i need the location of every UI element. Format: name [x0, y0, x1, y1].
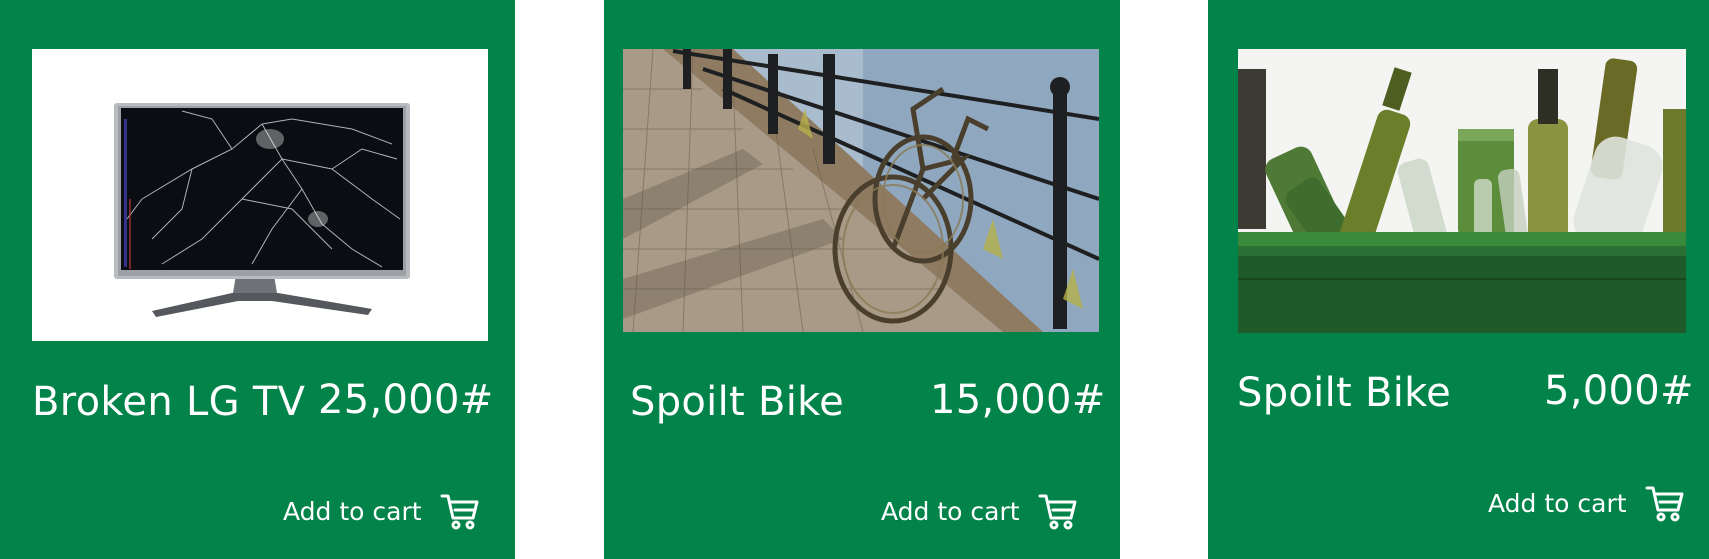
product-image-glass-bottles[interactable] — [1238, 49, 1686, 333]
product-price: 25,000# — [318, 377, 494, 423]
product-name: Spoilt Bike — [1237, 370, 1452, 416]
product-card: Spoilt Bike 15,000# Add to cart — [604, 0, 1120, 559]
add-to-cart-label: Add to cart — [881, 497, 1020, 526]
product-card: Spoilt Bike 5,000# Add to cart — [1208, 0, 1709, 559]
add-to-cart-button[interactable]: Add to cart — [881, 492, 1078, 532]
cart-icon — [1038, 492, 1078, 532]
cart-icon — [440, 492, 480, 532]
product-image-rusty-bike[interactable] — [623, 49, 1099, 332]
product-price: 5,000# — [1544, 368, 1694, 414]
product-name: Spoilt Bike — [630, 379, 845, 425]
add-to-cart-button[interactable]: Add to cart — [283, 492, 480, 532]
product-image-broken-tv[interactable] — [32, 49, 488, 341]
product-name: Broken LG TV — [32, 379, 306, 425]
add-to-cart-label: Add to cart — [1488, 489, 1627, 518]
add-to-cart-button[interactable]: Add to cart — [1488, 484, 1685, 524]
add-to-cart-label: Add to cart — [283, 497, 422, 526]
product-card: Broken LG TV 25,000# Add to cart — [0, 0, 515, 559]
product-price: 15,000# — [930, 377, 1106, 423]
cart-icon — [1645, 484, 1685, 524]
